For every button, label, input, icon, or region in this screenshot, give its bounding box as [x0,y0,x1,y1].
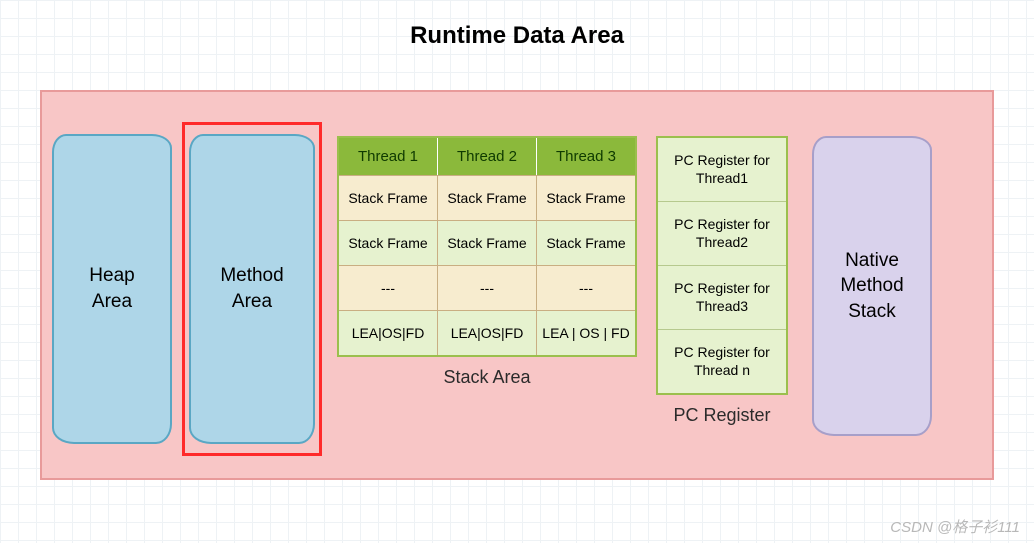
stack-header-thread2: Thread 2 [438,138,537,175]
heap-label-line1: Heap [89,263,134,289]
pc-register-cell: PC Register for Thread2 [658,202,786,266]
stack-cell: Stack Frame [339,220,438,265]
native-label-line2: Method [840,273,903,299]
pc-register-label: PC Register [673,405,770,426]
stack-header-row: Thread 1 Thread 2 Thread 3 [339,138,635,175]
pc-register-table: PC Register for Thread1PC Register for T… [656,136,788,395]
stack-cell: --- [537,265,635,310]
stack-cell: Stack Frame [537,220,635,265]
method-label-line1: Method [220,263,283,289]
stack-row: Stack FrameStack FrameStack Frame [339,175,635,220]
stack-body: Stack FrameStack FrameStack FrameStack F… [339,175,635,355]
method-area-wrap: Method Area [182,122,322,462]
stack-area-label: Stack Area [443,367,530,388]
native-label-line1: Native [845,248,899,274]
stack-header-thread3: Thread 3 [537,138,635,175]
stack-area-column: Thread 1 Thread 2 Thread 3 Stack FrameSt… [332,136,642,466]
heap-area-box: Heap Area [52,134,172,444]
stack-area-table: Thread 1 Thread 2 Thread 3 Stack FrameSt… [337,136,637,357]
native-method-stack-box: Native Method Stack [812,136,932,436]
stack-cell: Stack Frame [438,175,537,220]
stack-header-thread1: Thread 1 [339,138,438,175]
stack-cell: --- [339,265,438,310]
stack-cell: Stack Frame [438,220,537,265]
stack-row: Stack FrameStack FrameStack Frame [339,220,635,265]
watermark-text: CSDN @格子衫111 [890,516,1020,537]
stack-cell: Stack Frame [537,175,635,220]
stack-cell: LEA|OS|FD [438,310,537,355]
heap-label-line2: Area [92,289,132,315]
pc-register-column: PC Register for Thread1PC Register for T… [652,136,792,466]
stack-row: LEA|OS|FDLEA|OS|FDLEA | OS | FD [339,310,635,355]
method-area-box: Method Area [189,134,315,444]
native-label-line3: Stack [848,299,896,325]
diagram-title: Runtime Data Area [0,22,1034,50]
pc-register-cell: PC Register for Thread1 [658,138,786,202]
pc-register-cell: PC Register for Thread3 [658,266,786,330]
runtime-data-area-container: Heap Area Method Area Thread 1 Thread 2 … [40,90,994,480]
pc-register-cell: PC Register for Thread n [658,330,786,393]
method-label-line2: Area [232,289,272,315]
stack-cell: LEA | OS | FD [537,310,635,355]
stack-cell: Stack Frame [339,175,438,220]
stack-cell: --- [438,265,537,310]
stack-row: --------- [339,265,635,310]
stack-cell: LEA|OS|FD [339,310,438,355]
native-stack-column: Native Method Stack [802,136,942,466]
